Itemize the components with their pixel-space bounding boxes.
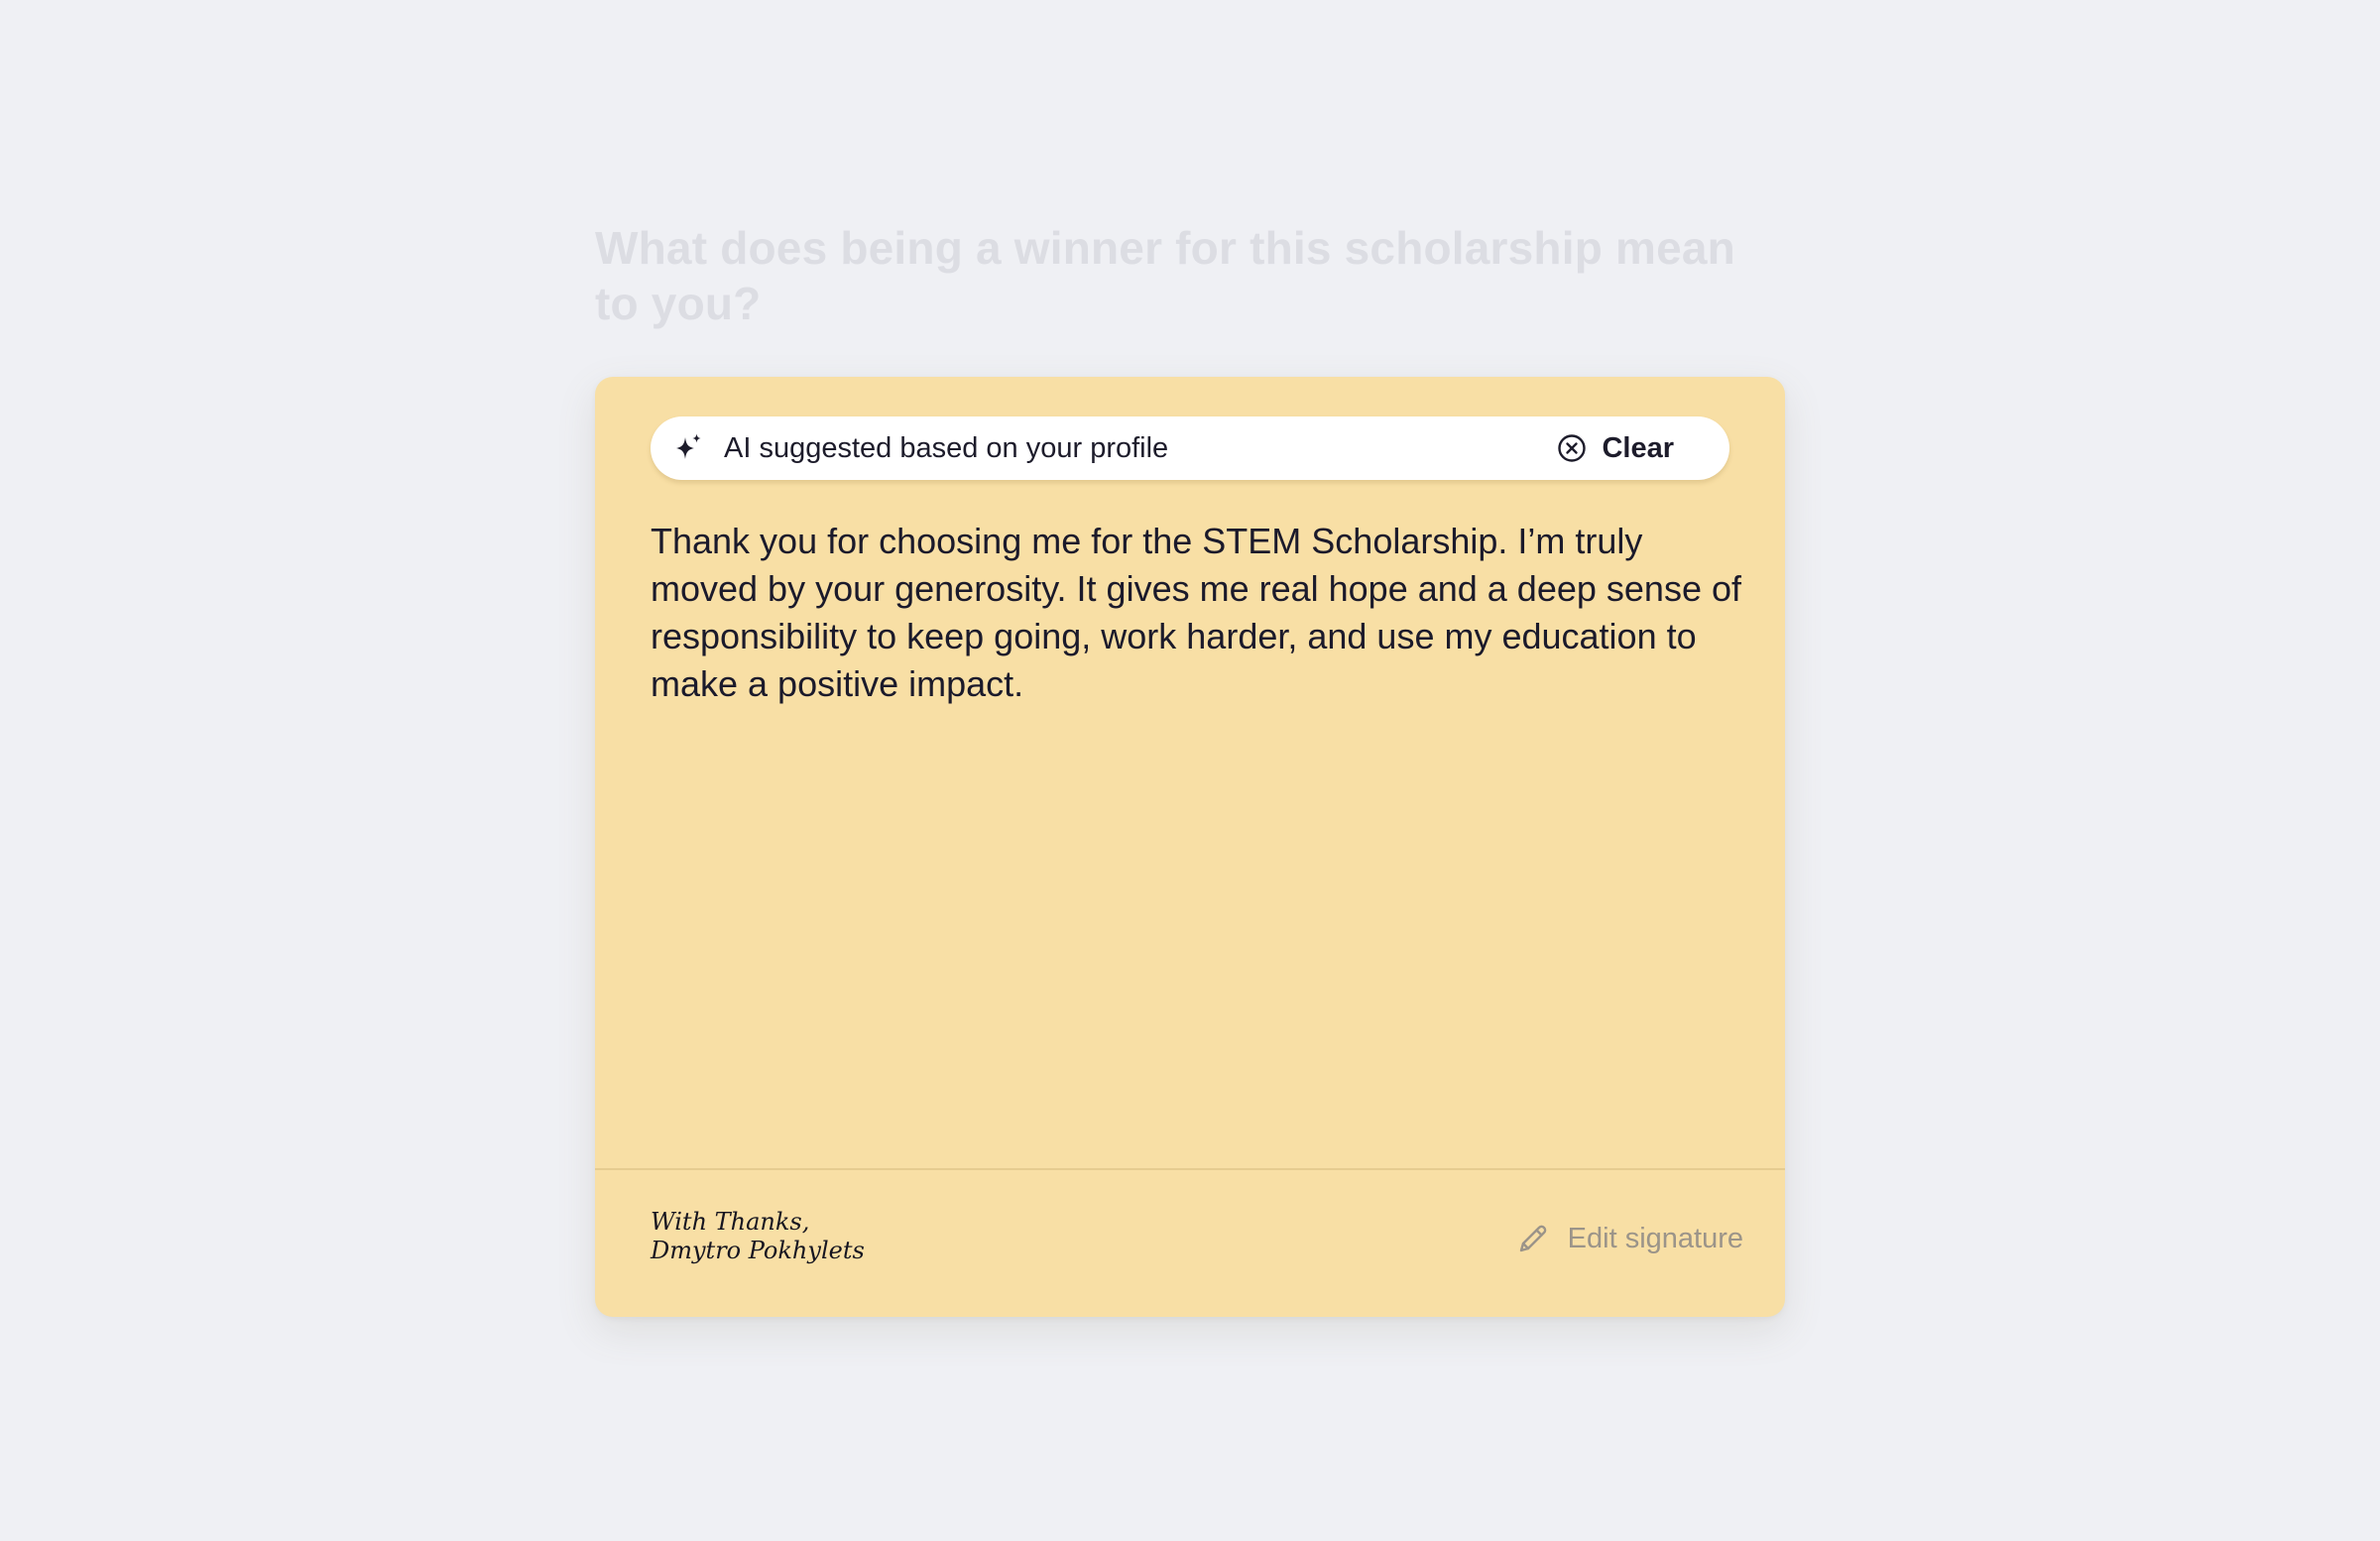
signature-closing: With Thanks, — [651, 1208, 810, 1236]
ai-suggestion-label: AI suggested based on your profile — [724, 432, 1169, 464]
edit-signature-label: Edit signature — [1567, 1222, 1743, 1254]
sparkle-icon — [676, 433, 701, 459]
pencil-icon — [1519, 1225, 1546, 1252]
divider — [595, 1168, 1785, 1170]
close-circle-icon — [1558, 434, 1587, 462]
clear-button[interactable]: Clear — [1556, 416, 1674, 480]
ai-suggestion-banner: AI suggested based on your profile Clear — [651, 416, 1729, 480]
signature: With Thanks, Dmytro Pokhylets — [651, 1208, 865, 1265]
signature-name: Dmytro Pokhylets — [651, 1237, 865, 1264]
question-title: What does being a winner for this schola… — [595, 222, 1735, 329]
edit-signature-button[interactable]: Edit signature — [1516, 1222, 1743, 1255]
clear-button-label: Clear — [1602, 431, 1674, 464]
message-textarea[interactable]: Thank you for choosing me for the STEM S… — [651, 518, 1741, 708]
thank-you-card: AI suggested based on your profile Clear… — [595, 377, 1785, 1317]
